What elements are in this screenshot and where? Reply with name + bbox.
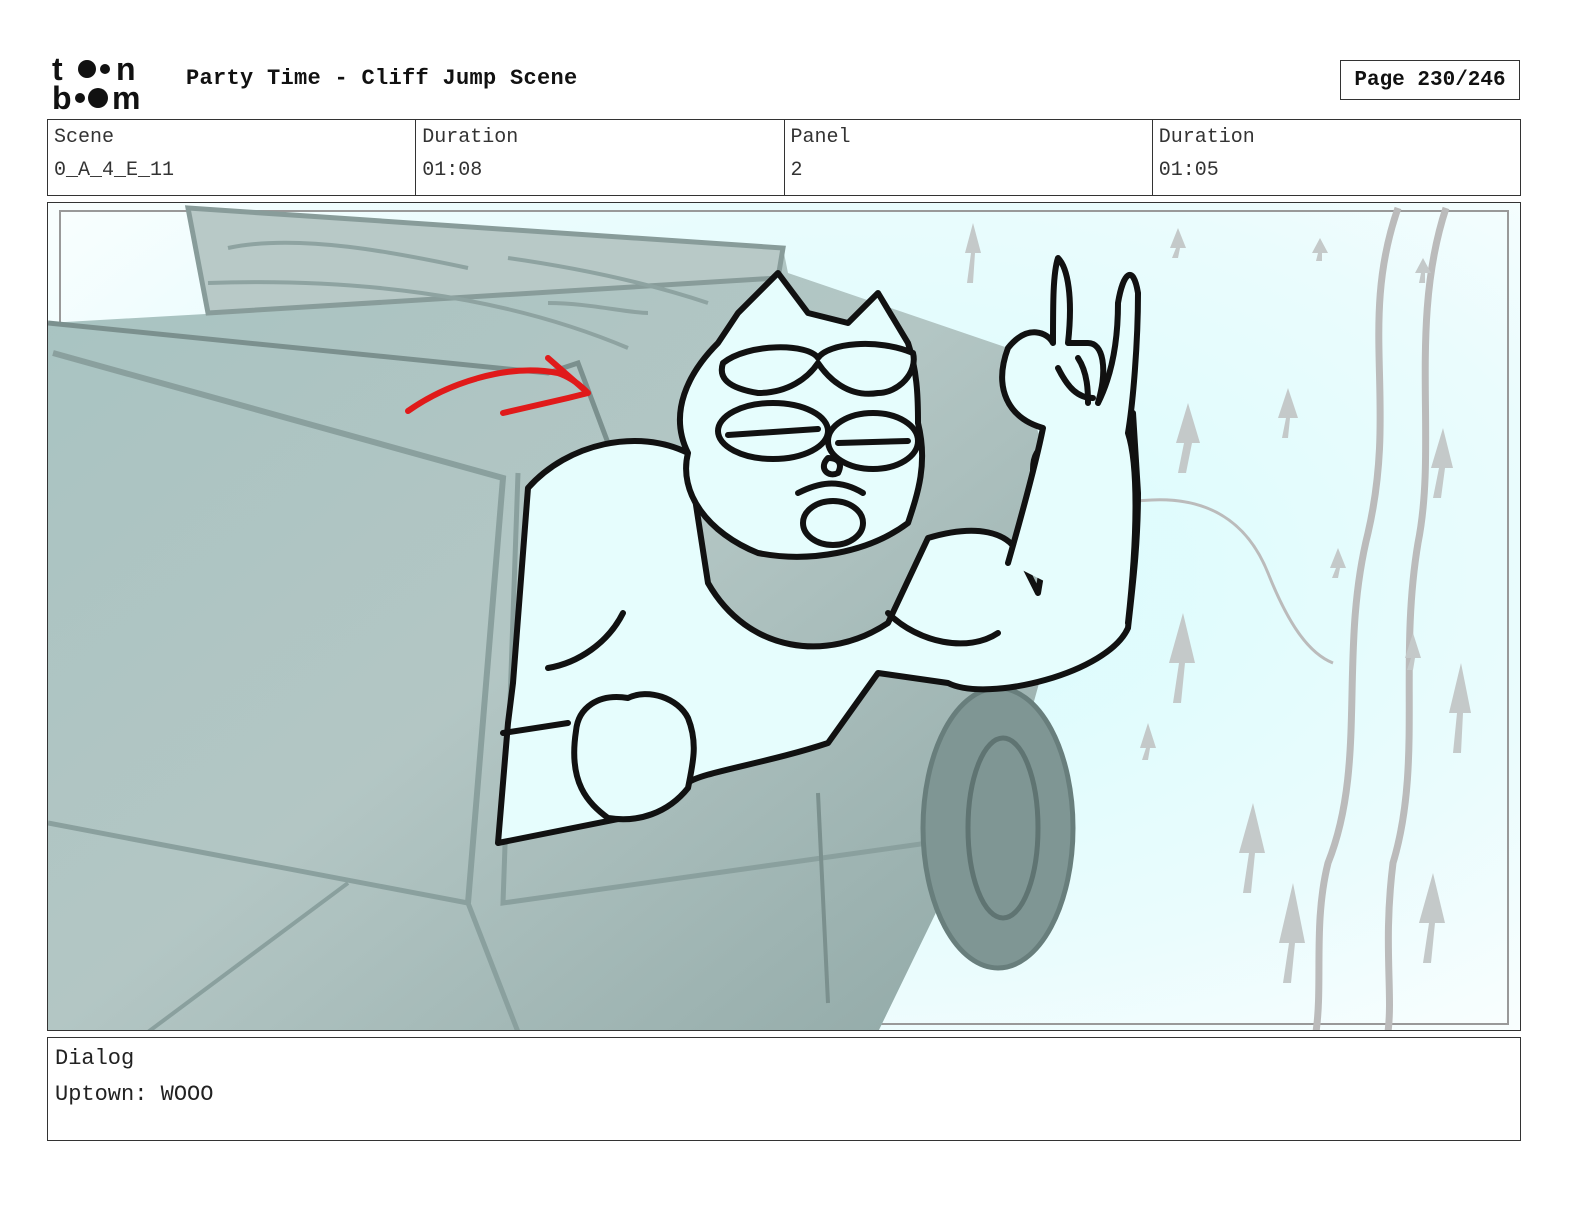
scene-duration-cell: Duration 01:08	[416, 120, 785, 195]
panel-duration-label: Duration	[1158, 126, 1255, 149]
panel-cell: Panel 2	[785, 120, 1153, 195]
scene-value: 0_A_4_E_11	[54, 159, 175, 182]
storyboard-panel	[47, 202, 1521, 1031]
scene-duration-value: 01:08	[422, 159, 483, 182]
storyboard-drawing	[48, 203, 1520, 1030]
dialog-text: Uptown: WOOO	[55, 1082, 214, 1107]
scene-info-table: Scene 0_A_4_E_11 Duration 01:08 Panel 2 …	[47, 119, 1521, 196]
scene-duration-label: Duration	[422, 126, 519, 149]
scene-cell: Scene 0_A_4_E_11	[48, 120, 417, 195]
panel-duration-value: 01:05	[1158, 159, 1219, 182]
svg-text:m: m	[112, 80, 140, 112]
toon-boom-logo: t n b m	[52, 52, 140, 112]
panel-value: 2	[790, 159, 803, 182]
dialog-label: Dialog	[55, 1046, 135, 1071]
panel-label: Panel	[790, 126, 851, 149]
scene-label: Scene	[54, 126, 115, 149]
dialog-box: Dialog Uptown: WOOO	[47, 1037, 1521, 1141]
panel-duration-cell: Duration 01:05	[1153, 120, 1520, 195]
svg-text:b: b	[52, 80, 72, 112]
document-title: Party Time - Cliff Jump Scene	[186, 66, 578, 91]
page-number: Page 230/246	[1340, 60, 1520, 100]
